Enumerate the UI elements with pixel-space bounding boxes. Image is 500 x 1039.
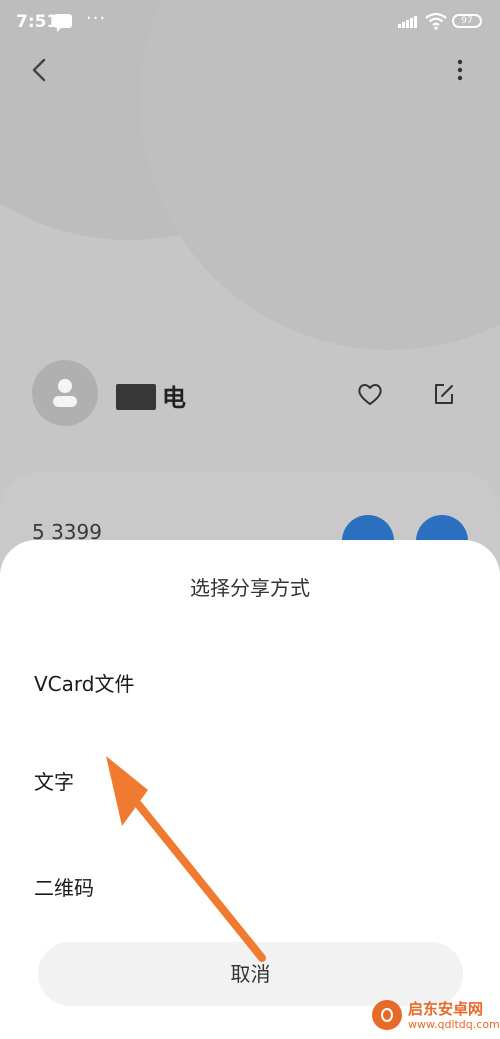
avatar (32, 360, 98, 426)
option-qr-code[interactable]: 二维码 (34, 872, 94, 901)
watermark-logo-icon (372, 1000, 402, 1030)
message-notification-icon (54, 14, 72, 32)
contact-name: 电 (114, 378, 186, 413)
more-notifications-indicator: ··· (86, 8, 107, 29)
contact-name-text: 电 (162, 384, 186, 412)
more-icon[interactable] (452, 58, 468, 82)
option-vcard-file[interactable]: VCard文件 (34, 668, 134, 697)
wifi-icon (425, 12, 447, 30)
edit-icon[interactable] (430, 380, 458, 408)
avatar-person-icon (53, 379, 77, 407)
back-icon[interactable] (28, 56, 52, 84)
signal-icon (398, 16, 418, 28)
option-text[interactable]: 文字 (34, 766, 74, 795)
status-time: 7:51 (16, 12, 59, 32)
status-bar: 7:51 ··· 97 (0, 0, 500, 44)
bg-decoration (140, 0, 500, 350)
share-method-sheet: 选择分享方式 VCard文件 文字 二维码 取消 (0, 540, 500, 1039)
watermark: 启东安卓网 www.qdltdq.com (368, 996, 500, 1036)
sheet-title: 选择分享方式 (190, 576, 310, 600)
watermark-url: www.qdltdq.com (408, 1018, 500, 1031)
watermark-title: 启东安卓网 (408, 1000, 484, 1018)
heart-icon[interactable] (356, 380, 384, 408)
battery-icon: 97 (452, 14, 482, 28)
